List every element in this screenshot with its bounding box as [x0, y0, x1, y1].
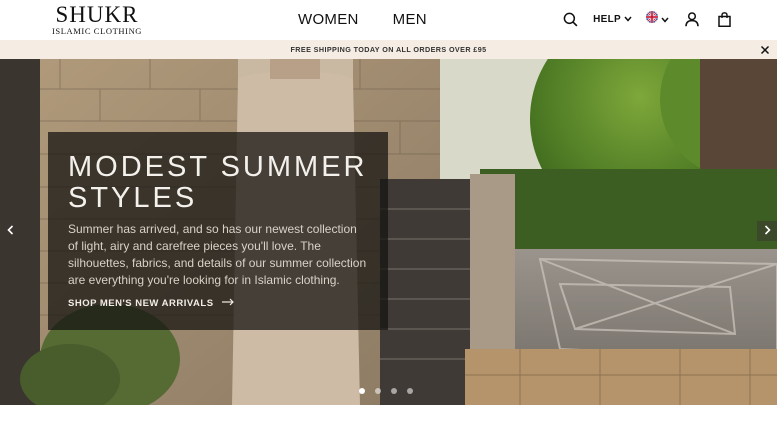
brand-logo[interactable]: SHUKR ISLAMIC CLOTHING [48, 2, 146, 38]
help-menu[interactable]: HELP [593, 14, 632, 25]
country-selector[interactable] [646, 10, 669, 28]
shop-mens-new-arrivals-link[interactable]: SHOP MEN'S NEW ARRIVALS [68, 298, 234, 309]
close-icon[interactable] [759, 43, 771, 55]
brand-name: SHUKR [55, 2, 139, 27]
hero-slider: MODEST SUMMER STYLES Summer has arrived,… [0, 59, 777, 405]
shopping-bag-icon[interactable] [715, 10, 733, 28]
chevron-down-icon [624, 14, 632, 25]
hero-text-panel: MODEST SUMMER STYLES Summer has arrived,… [48, 132, 388, 330]
hero-description: Summer has arrived, and so has our newes… [68, 222, 367, 287]
slider-next-button[interactable] [757, 221, 777, 241]
user-icon[interactable] [683, 10, 701, 28]
header-actions: HELP [561, 10, 733, 28]
slider-dot-2[interactable] [375, 388, 381, 394]
arrow-right-icon [221, 298, 234, 309]
brand-tagline: ISLAMIC CLOTHING [51, 26, 143, 36]
nav-women[interactable]: WOMEN [298, 11, 359, 28]
hero-title: MODEST SUMMER STYLES [68, 151, 368, 214]
promo-text: FREE SHIPPING TODAY ON ALL ORDERS OVER £… [290, 45, 487, 54]
main-nav: WOMEN MEN [298, 11, 427, 28]
search-icon[interactable] [561, 10, 579, 28]
help-label: HELP [593, 13, 621, 25]
slider-dots [359, 388, 413, 394]
chevron-left-icon [6, 222, 14, 240]
chevron-down-icon [661, 10, 669, 28]
promo-bar: FREE SHIPPING TODAY ON ALL ORDERS OVER £… [0, 40, 777, 59]
chevron-right-icon [764, 222, 771, 240]
slider-dot-1[interactable] [359, 388, 365, 394]
hero-cta-label: SHOP MEN'S NEW ARRIVALS [68, 298, 214, 309]
nav-men[interactable]: MEN [393, 11, 427, 28]
slider-dot-3[interactable] [391, 388, 397, 394]
slider-prev-button[interactable] [0, 221, 20, 241]
slider-dot-4[interactable] [407, 388, 413, 394]
site-header: SHUKR ISLAMIC CLOTHING WOMEN MEN HELP [0, 0, 777, 40]
uk-flag-icon [646, 10, 658, 28]
